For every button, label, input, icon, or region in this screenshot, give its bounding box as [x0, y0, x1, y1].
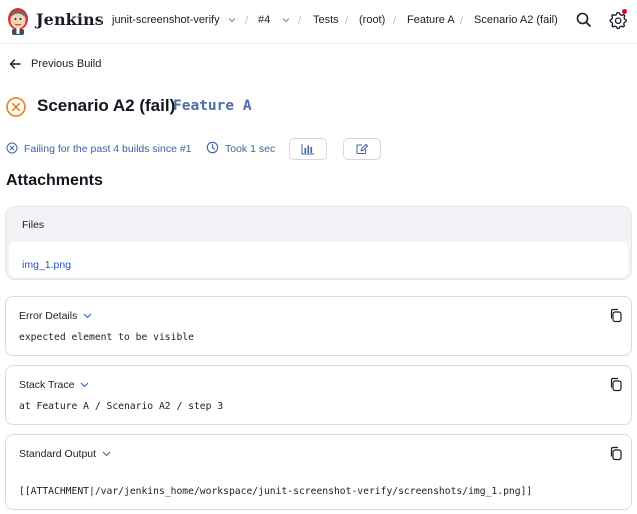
breadcrumb-build[interactable]: #4: [258, 14, 270, 26]
files-label: Files: [22, 219, 45, 231]
error-details-card: Error Details expected element to be vis…: [5, 296, 632, 356]
previous-build-link[interactable]: Previous Build: [9, 58, 101, 70]
breadcrumb-separator: /: [298, 13, 302, 27]
chevron-down-icon[interactable]: [226, 13, 238, 27]
jenkins-logo-icon[interactable]: [6, 6, 30, 36]
history-chart-icon: [301, 144, 314, 155]
stack-trace-text: at Feature A / Scenario A2 / step 3: [19, 401, 224, 412]
attachment-link[interactable]: img_1.png: [22, 259, 71, 271]
stack-trace-card: Stack Trace at Feature A / Scenario A2 /…: [5, 365, 632, 425]
breadcrumb-test[interactable]: Scenario A2 (fail): [474, 14, 558, 26]
stack-trace-toggle[interactable]: Stack Trace: [19, 379, 89, 391]
history-button[interactable]: [289, 138, 327, 160]
files-list: img_1.png: [9, 242, 628, 277]
copy-icon[interactable]: [609, 446, 623, 461]
arrow-left-icon: [9, 59, 21, 69]
files-panel: Files img_1.png: [5, 206, 632, 280]
standard-output-card: Standard Output [[ATTACHMENT|/var/jenkin…: [5, 434, 632, 510]
top-header: Jenkins / junit-screenshot-verify / #4 /…: [0, 0, 637, 44]
page-title: Scenario A2 (fail): [37, 96, 176, 115]
breadcrumb-separator: /: [100, 13, 104, 27]
breadcrumb-separator: /: [345, 13, 349, 27]
breadcrumb-separator: /: [460, 13, 464, 27]
standard-output-text: [[ATTACHMENT|/var/jenkins_home/workspace…: [19, 486, 533, 497]
chevron-down-icon[interactable]: [280, 13, 292, 27]
copy-icon[interactable]: [609, 377, 623, 392]
failing-since-text: Failing for the past 4 builds since #1: [24, 143, 192, 155]
breadcrumb-separator: /: [245, 13, 249, 27]
x-circle-icon: [6, 97, 26, 117]
breadcrumb-tests[interactable]: Tests: [313, 14, 339, 26]
suite-name: Feature A: [173, 98, 252, 114]
attachments-heading: Attachments: [6, 172, 103, 189]
breadcrumb-suite[interactable]: Feature A: [407, 14, 455, 26]
duration-text: Took 1 sec: [225, 143, 276, 155]
error-details-text: expected element to be visible: [19, 332, 194, 343]
failing-icon: [6, 142, 18, 154]
previous-build-label: Previous Build: [31, 58, 102, 70]
stack-trace-title: Stack Trace: [19, 379, 75, 391]
edit-description-button[interactable]: [343, 138, 381, 160]
notification-dot: [622, 9, 627, 14]
search-icon[interactable]: [574, 10, 594, 30]
copy-icon[interactable]: [609, 308, 623, 323]
breadcrumb-root[interactable]: (root): [359, 14, 385, 26]
edit-description-icon: [356, 143, 369, 154]
chevron-down-icon: [81, 382, 89, 388]
brand-name[interactable]: Jenkins: [36, 10, 104, 29]
test-info-row: Failing for the past 4 builds since #1 T…: [6, 138, 406, 160]
error-details-title: Error Details: [19, 310, 78, 322]
chevron-down-icon: [83, 313, 92, 319]
breadcrumb-separator: /: [393, 13, 397, 27]
breadcrumb-job[interactable]: junit-screenshot-verify: [112, 14, 220, 26]
chevron-down-icon: [102, 451, 111, 457]
error-details-toggle[interactable]: Error Details: [19, 310, 92, 322]
standard-output-title: Standard Output: [19, 448, 97, 460]
standard-output-toggle[interactable]: Standard Output: [19, 448, 111, 460]
clock-icon: [206, 141, 219, 154]
